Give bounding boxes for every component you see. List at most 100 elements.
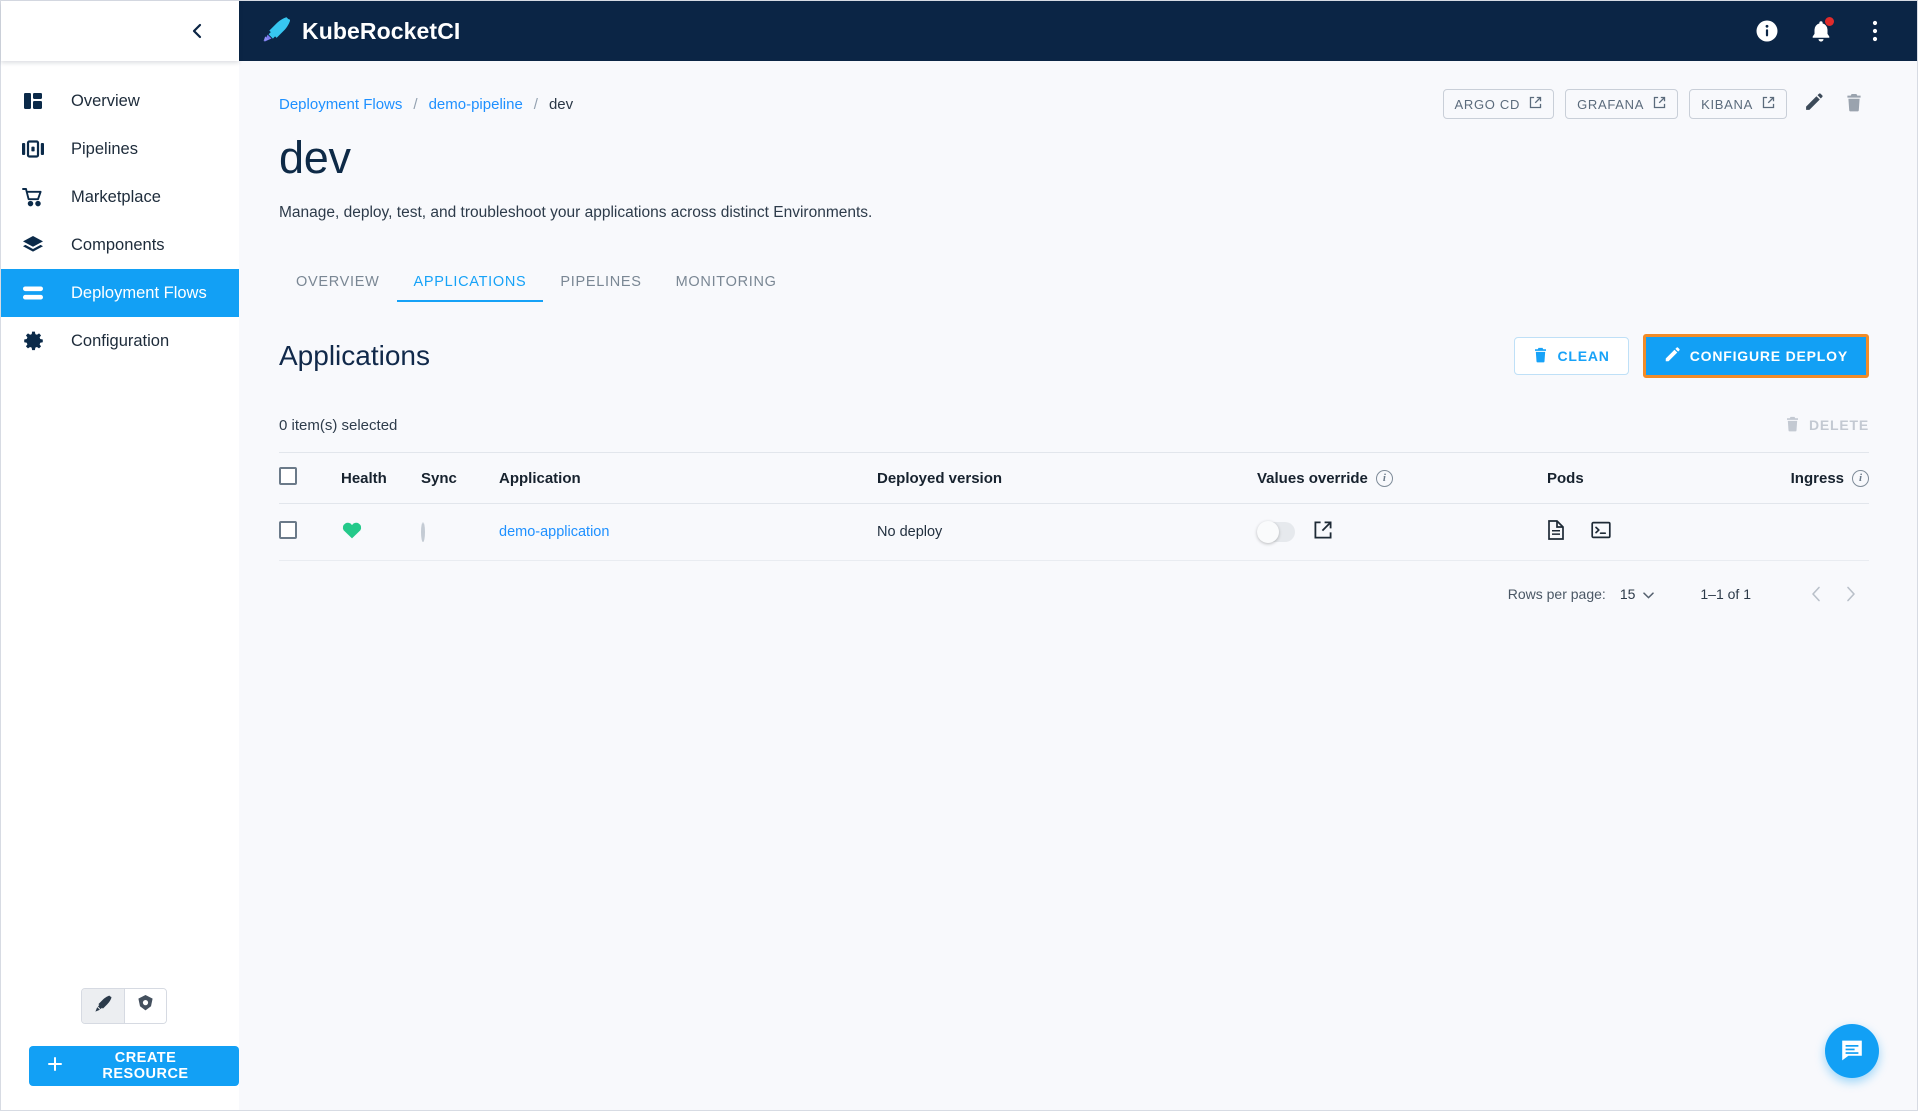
grafana-link-button[interactable]: GRAFANA [1565, 89, 1679, 119]
section-title: Applications [279, 340, 430, 371]
info-icon[interactable]: i [1375, 469, 1393, 487]
dashboard-icon [15, 89, 51, 113]
tab-pipelines[interactable]: PIPELINES [543, 274, 658, 302]
rows-per-page-select[interactable]: 15 [1620, 586, 1655, 602]
table-header-row: Health Sync Application Deployed version… [279, 452, 1869, 504]
sidebar-item-label: Overview [71, 91, 140, 110]
breadcrumb-row: Deployment Flows / demo-pipeline / dev A… [279, 87, 1869, 121]
tab-overview[interactable]: OVERVIEW [279, 274, 397, 302]
row-select-cell [279, 503, 341, 561]
tab-monitoring[interactable]: MONITORING [659, 274, 794, 302]
configure-deploy-highlight: CONFIGURE DEPLOY [1642, 334, 1869, 378]
sidebar-item-label: Marketplace [71, 187, 161, 206]
row-application-cell: demo-application [499, 503, 877, 561]
th-pods: Pods [1547, 452, 1767, 504]
brand[interactable]: KubeRocketCI [261, 14, 460, 49]
grafana-label: GRAFANA [1577, 96, 1645, 112]
external-link-icon[interactable] [1313, 520, 1333, 544]
chat-fab-button[interactable] [1825, 1024, 1879, 1078]
configure-deploy-label: CONFIGURE DEPLOY [1689, 348, 1848, 364]
select-all-checkbox[interactable] [279, 467, 297, 485]
heart-icon [341, 522, 363, 544]
more-vertical-icon[interactable] [1861, 17, 1889, 45]
sidebar-collapse-button[interactable] [183, 17, 211, 45]
pagination-range: 1–1 of 1 [1700, 586, 1751, 602]
configure-deploy-button[interactable]: CONFIGURE DEPLOY [1645, 337, 1866, 375]
pagination-prev-button[interactable] [1799, 577, 1833, 611]
view-mode-toggle-group [81, 988, 167, 1024]
application-link[interactable]: demo-application [499, 524, 609, 540]
delete-selected-button[interactable]: DELETE [1785, 416, 1869, 435]
tab-applications[interactable]: APPLICATIONS [396, 274, 544, 302]
layers-icon [15, 233, 51, 257]
clean-label: CLEAN [1557, 348, 1610, 364]
pipelines-icon [15, 137, 51, 161]
page-content: Deployment Flows / demo-pipeline / dev A… [239, 61, 1917, 1110]
view-mode-krci-button[interactable] [82, 989, 124, 1023]
create-resource-button[interactable]: CREATE RESOURCE [29, 1046, 239, 1086]
breadcrumb-item-deployment-flows[interactable]: Deployment Flows [279, 96, 402, 113]
row-deployed-version-cell: No deploy [877, 503, 1257, 561]
trash-icon [1533, 347, 1548, 366]
krci-rocket-icon [94, 994, 113, 1018]
section-actions: CLEAN CONFIGURE DEPLOY [1513, 334, 1869, 378]
sidebar-item-marketplace[interactable]: Marketplace [1, 173, 239, 221]
row-checkbox[interactable] [279, 521, 297, 539]
argo-cd-link-button[interactable]: ARGO CD [1442, 89, 1555, 119]
breadcrumb-separator: / [533, 95, 538, 113]
terminal-icon[interactable] [1591, 521, 1611, 543]
chevron-left-icon [190, 22, 204, 40]
trash-icon [1845, 93, 1863, 115]
sidebar-item-deployment-flows[interactable]: Deployment Flows [1, 269, 239, 317]
kuberocket-logo-icon [261, 14, 291, 49]
th-values-override: Values override i [1257, 452, 1547, 504]
table-row: demo-application No deploy [279, 503, 1869, 561]
info-icon[interactable] [1753, 17, 1781, 45]
header-actions: ARGO CD GRAFANA KIBANA [1442, 89, 1870, 119]
breadcrumb-item-current: dev [548, 95, 574, 113]
external-link-icon [1653, 96, 1666, 112]
toggle-knob [1257, 521, 1279, 543]
application-window: Overview Pipelines Marketplace Component… [0, 0, 1918, 1111]
ring-icon [421, 522, 425, 542]
chat-icon [1839, 1037, 1865, 1066]
sidebar-footer: CREATE RESOURCE [1, 988, 239, 1110]
pagination-next-button[interactable] [1833, 577, 1867, 611]
document-icon[interactable] [1547, 520, 1565, 544]
delete-environment-button[interactable] [1839, 89, 1869, 119]
plus-icon [48, 1057, 62, 1075]
sidebar-item-overview[interactable]: Overview [1, 77, 239, 125]
kibana-label: KIBANA [1701, 96, 1753, 112]
section-header: Applications CLEAN CONFIGURE DEPLOY [279, 334, 1869, 378]
selection-row: 0 item(s) selected DELETE [279, 408, 1869, 442]
tab-bar: OVERVIEW APPLICATIONS PIPELINES MONITORI… [279, 260, 1869, 302]
bell-icon[interactable] [1807, 17, 1835, 45]
table-head: Health Sync Application Deployed version… [279, 452, 1869, 504]
info-icon[interactable]: i [1852, 469, 1869, 487]
gear-icon [15, 329, 51, 353]
breadcrumb-item-demo-pipeline[interactable]: demo-pipeline [429, 96, 523, 113]
table-body: demo-application No deploy [279, 503, 1869, 561]
sidebar-header [1, 1, 239, 61]
clean-button[interactable]: CLEAN [1513, 337, 1629, 375]
row-values-override-cell [1257, 503, 1547, 561]
values-override-toggle[interactable] [1257, 521, 1295, 543]
kibana-link-button[interactable]: KIBANA [1689, 89, 1787, 119]
view-mode-kubernetes-button[interactable] [124, 989, 166, 1023]
sidebar-item-components[interactable]: Components [1, 221, 239, 269]
sidebar-item-configuration[interactable]: Configuration [1, 317, 239, 365]
selection-count: 0 item(s) selected [279, 416, 398, 434]
argo-cd-label: ARGO CD [1454, 96, 1521, 112]
topbar-actions [1753, 17, 1889, 45]
chevron-down-icon [1643, 586, 1655, 602]
rows-per-page-value: 15 [1619, 586, 1636, 602]
edit-environment-button[interactable] [1798, 89, 1828, 119]
main-area: KubeRocketCI Deployment Flows / demo-pip… [239, 1, 1917, 1110]
sidebar-item-pipelines[interactable]: Pipelines [1, 125, 239, 173]
breadcrumb-separator: / [413, 95, 418, 113]
row-pods-cell [1547, 503, 1767, 561]
cart-icon [15, 185, 51, 209]
sidebar-item-label: Deployment Flows [71, 283, 207, 302]
kubernetes-icon [136, 994, 155, 1018]
sidebar-item-label: Pipelines [71, 139, 138, 158]
